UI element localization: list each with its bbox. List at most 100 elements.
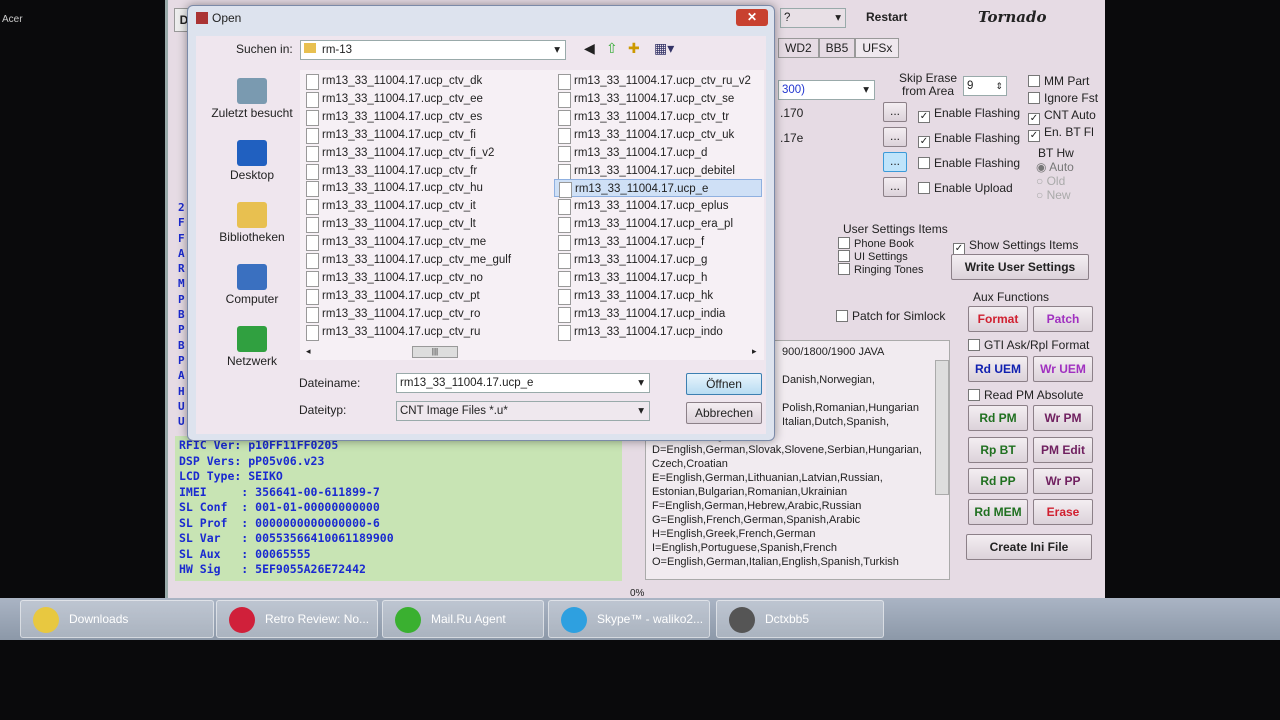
cancel-button[interactable]: Abbrechen (686, 402, 762, 424)
file-item[interactable]: rm13_33_11004.17.ucp_ctv_ru_v2 (554, 72, 762, 90)
file-item[interactable]: rm13_33_11004.17.ucp_ctv_tr (554, 108, 762, 126)
close-button[interactable]: ✕ (736, 9, 768, 26)
lang-list-scrollbar[interactable] (935, 360, 949, 495)
pm-edit-button[interactable]: PM Edit (1033, 437, 1093, 463)
file-item[interactable]: rm13_33_11004.17.ucp_h (554, 269, 762, 287)
user-setting-checkbox[interactable]: Ringing Tones (838, 263, 924, 276)
place-4[interactable]: Netzwerk (204, 326, 300, 368)
flash-option-checkbox[interactable]: ✓ Enable Flashing (918, 131, 1020, 148)
wr-pp-button[interactable]: Wr PP (1033, 468, 1093, 494)
read-pm-absolute-checkbox[interactable]: Read PM Absolute (968, 388, 1083, 402)
file-item[interactable]: rm13_33_11004.17.ucp_ctv_no (302, 269, 542, 287)
taskbar-item[interactable]: Mail.Ru Agent (382, 600, 544, 638)
up-folder-icon[interactable]: ⇧ (606, 40, 618, 57)
file-item[interactable]: rm13_33_11004.17.ucp_indo (554, 323, 762, 341)
file-item[interactable]: rm13_33_11004.17.ucp_ctv_me_gulf (302, 251, 542, 269)
wr-uem-button[interactable]: Wr UEM (1033, 356, 1093, 382)
browse-button[interactable]: ... (883, 102, 907, 122)
place-2[interactable]: Bibliotheken (204, 202, 300, 244)
filename-input[interactable]: rm13_33_11004.17.ucp_e ▾ (396, 373, 650, 393)
wr-pm-button[interactable]: Wr PM (1033, 405, 1093, 431)
file-item[interactable]: rm13_33_11004.17.ucp_ctv_dk (302, 72, 542, 90)
taskbar-item[interactable]: Downloads (20, 600, 214, 638)
gti-checkbox[interactable]: GTI Ask/Rpl Format (968, 338, 1089, 352)
model-combo[interactable]: 300) ▾ (778, 80, 875, 100)
bt-hw-radio[interactable]: ○ New (1036, 188, 1071, 202)
new-folder-icon[interactable]: ✚ (628, 40, 640, 57)
file-item[interactable]: rm13_33_11004.17.ucp_ctv_it (302, 197, 542, 216)
taskbar-item[interactable]: Skype™ - waliko2... (548, 600, 710, 638)
rd-pp-button[interactable]: Rd PP (968, 468, 1028, 494)
desktop-icon-acer[interactable]: Acer (0, 0, 32, 28)
place-0[interactable]: Zuletzt besucht (204, 78, 300, 120)
taskbar-item[interactable]: Dctxbb5 (716, 600, 884, 638)
tab-ufsx[interactable]: UFSx (855, 38, 900, 58)
file-item[interactable]: rm13_33_11004.17.ucp_d (554, 144, 762, 162)
filetype-select[interactable]: CNT Image Files *.u* ▾ (396, 401, 650, 421)
rd-mem-button[interactable]: Rd MEM (968, 499, 1028, 525)
scroll-thumb[interactable]: ||| (412, 346, 458, 358)
mode-combo[interactable]: ? ▾ (780, 8, 846, 28)
file-item[interactable]: rm13_33_11004.17.ucp_ctv_fi (302, 126, 542, 144)
file-item[interactable]: rm13_33_11004.17.ucp_ctv_se (554, 90, 762, 108)
file-item[interactable]: rm13_33_11004.17.ucp_g (554, 251, 762, 269)
option-checkbox[interactable]: MM Part (1028, 74, 1089, 88)
option-checkbox[interactable]: ✓ CNT Auto (1028, 108, 1096, 125)
file-item[interactable]: rm13_33_11004.17.ucp_ctv_me (302, 233, 542, 252)
tab-wd2[interactable]: WD2 (778, 38, 819, 58)
flash-option-checkbox[interactable]: Enable Flashing (918, 156, 1020, 170)
rd-uem-button[interactable]: Rd UEM (968, 356, 1028, 382)
file-item[interactable]: rm13_33_11004.17.ucp_india (554, 305, 762, 323)
tab-bb5[interactable]: BB5 (818, 38, 856, 58)
spinner-arrows-icon[interactable]: ⇕ (995, 77, 1003, 95)
user-setting-checkbox[interactable]: Phone Book (838, 237, 914, 250)
bt-hw-radio[interactable]: ○ Old (1036, 174, 1065, 188)
file-item[interactable]: rm13_33_11004.17.ucp_ctv_ee (302, 90, 542, 108)
place-1[interactable]: Desktop (204, 140, 300, 182)
browse-button[interactable]: ... (883, 127, 907, 147)
flash-option-checkbox[interactable]: Enable Upload (918, 181, 1013, 195)
view-menu-icon[interactable]: ▦▾ (654, 40, 674, 57)
file-item[interactable]: rm13_33_11004.17.ucp_era_pl (554, 215, 762, 234)
option-checkbox[interactable]: ✓ En. BT Fl (1028, 125, 1094, 142)
file-item[interactable]: rm13_33_11004.17.ucp_hk (554, 287, 762, 305)
write-user-settings-button[interactable]: Write User Settings (951, 254, 1089, 280)
file-item[interactable]: rm13_33_11004.17.ucp_debitel (554, 162, 762, 180)
flash-option-checkbox[interactable]: ✓ Enable Flashing (918, 106, 1020, 123)
option-checkbox[interactable]: Ignore Fst (1028, 91, 1098, 105)
skip-erase-spinner[interactable]: 9 ⇕ (963, 76, 1007, 96)
taskbar-item[interactable]: Retro Review: No... (216, 600, 378, 638)
bt-hw-radio[interactable]: ◉ Auto (1036, 160, 1074, 174)
open-button[interactable]: Öffnen (686, 373, 762, 395)
file-item[interactable]: rm13_33_11004.17.ucp_ctv_pt (302, 287, 542, 305)
file-item[interactable]: rm13_33_11004.17.ucp_ctv_es (302, 108, 542, 126)
file-field-1[interactable]: .170 (780, 106, 803, 120)
file-list[interactable]: rm13_33_11004.17.ucp_ctv_dk rm13_33_11004… (300, 70, 764, 360)
file-item[interactable]: rm13_33_11004.17.ucp_ctv_hu (302, 179, 542, 198)
file-item[interactable]: rm13_33_11004.17.ucp_e (554, 179, 762, 199)
file-item[interactable]: rm13_33_11004.17.ucp_ctv_ru (302, 323, 542, 341)
place-3[interactable]: Computer (204, 264, 300, 306)
file-item[interactable]: rm13_33_11004.17.ucp_ctv_ro (302, 305, 542, 323)
user-setting-checkbox[interactable]: UI Settings (838, 250, 908, 263)
file-list-hscrollbar[interactable]: ◂ ||| ▸ (300, 346, 764, 360)
file-item[interactable]: rm13_33_11004.17.ucp_f (554, 233, 762, 252)
file-item[interactable]: rm13_33_11004.17.ucp_ctv_fr (302, 162, 542, 180)
show-settings-checkbox[interactable]: ✓ Show Settings Items (953, 238, 1078, 255)
file-item[interactable]: rm13_33_11004.17.ucp_ctv_fi_v2 (302, 144, 542, 162)
rd-pm-button[interactable]: Rd PM (968, 405, 1028, 431)
rp-bt-button[interactable]: Rp BT (968, 437, 1028, 463)
file-item[interactable]: rm13_33_11004.17.ucp_eplus (554, 197, 762, 216)
format-button[interactable]: Format (968, 306, 1028, 332)
look-in-combo[interactable]: rm-13 ▾ (300, 40, 566, 60)
file-item[interactable]: rm13_33_11004.17.ucp_ctv_lt (302, 215, 542, 234)
file-item[interactable]: rm13_33_11004.17.ucp_ctv_uk (554, 126, 762, 144)
patch-simlock-checkbox[interactable]: Patch for Simlock (836, 309, 945, 323)
erase-button[interactable]: Erase (1033, 499, 1093, 525)
file-field-2[interactable]: .17e (780, 131, 803, 145)
patch-button[interactable]: Patch (1033, 306, 1093, 332)
browse-button[interactable]: ... (883, 152, 907, 172)
create-ini-button[interactable]: Create Ini File (966, 534, 1092, 560)
back-icon[interactable]: ◀ (584, 40, 595, 57)
browse-button[interactable]: ... (883, 177, 907, 197)
